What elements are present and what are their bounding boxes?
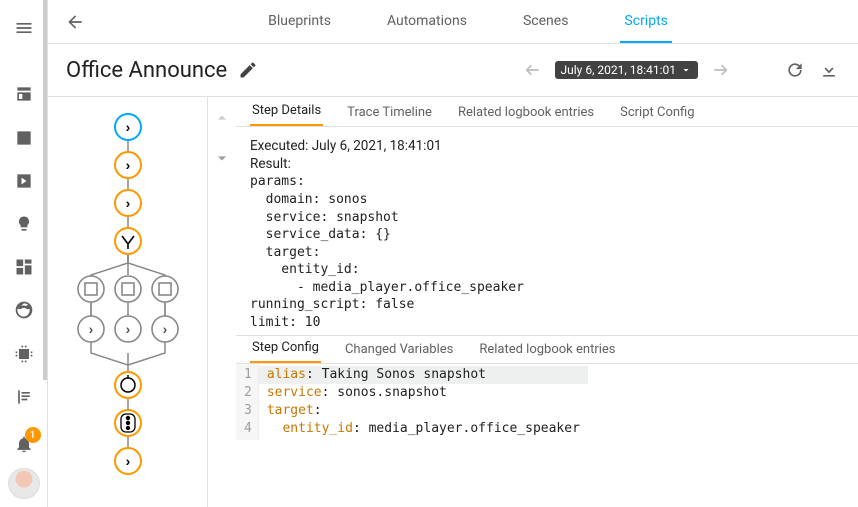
tab-automations[interactable]: Automations: [383, 1, 471, 43]
globe-icon[interactable]: [4, 291, 44, 330]
left-rail: 1: [0, 0, 48, 507]
code-gutter: 1234: [236, 364, 259, 440]
upper-subtabs: Step Details Trace Timeline Related logb…: [236, 97, 858, 127]
detail-column: Step Details Trace Timeline Related logb…: [236, 97, 858, 507]
subtab-trace-timeline[interactable]: Trace Timeline: [345, 99, 434, 126]
subtab-script-config[interactable]: Script Config: [618, 99, 696, 126]
lower-panel: Step Config Changed Variables Related lo…: [236, 335, 858, 440]
chip-icon[interactable]: [4, 334, 44, 373]
back-button[interactable]: [64, 11, 86, 33]
subtab-step-config[interactable]: Step Config: [250, 334, 321, 363]
svg-text:›: ›: [162, 321, 167, 337]
bar-chart-icon[interactable]: [4, 118, 44, 157]
top-tabs: Blueprints Automations Scenes Scripts: [94, 1, 842, 43]
svg-text:›: ›: [125, 157, 130, 173]
svg-text:›: ›: [125, 119, 130, 135]
collapse-down-icon[interactable]: [211, 147, 233, 169]
logbook-icon[interactable]: [4, 377, 44, 416]
subtab-related-logbook[interactable]: Related logbook entries: [456, 99, 596, 126]
tab-scenes[interactable]: Scenes: [519, 1, 572, 43]
execution-yaml: params: domain: sonos service: snapshot …: [250, 173, 844, 331]
lower-subtabs: Step Config Changed Variables Related lo…: [236, 336, 858, 364]
tab-scripts[interactable]: Scripts: [620, 1, 671, 43]
svg-text:›: ›: [125, 453, 130, 469]
media-play-icon[interactable]: [4, 161, 44, 200]
refresh-icon[interactable]: [784, 59, 806, 81]
notifications-icon[interactable]: 1: [4, 424, 44, 463]
next-run-icon[interactable]: [710, 59, 732, 81]
subtab-related-logbook-lower[interactable]: Related logbook entries: [477, 336, 617, 363]
subtab-step-details[interactable]: Step Details: [250, 97, 323, 126]
download-icon[interactable]: [818, 59, 840, 81]
result-label: Result:: [250, 155, 844, 173]
rail-scrollbar[interactable]: [43, 0, 47, 380]
run-selector[interactable]: July 6, 2021, 18:41:01: [555, 61, 698, 79]
subtab-changed-variables[interactable]: Changed Variables: [343, 336, 455, 363]
tab-blueprints[interactable]: Blueprints: [264, 1, 335, 43]
bulb-icon[interactable]: [4, 204, 44, 243]
page-title: Office Announce: [66, 58, 227, 83]
notification-badge: 1: [25, 427, 41, 443]
collapse-column: [208, 97, 236, 507]
content-area: › › › › › ›: [48, 96, 858, 507]
top-bar: Blueprints Automations Scenes Scripts: [48, 0, 858, 44]
executed-timestamp: Executed: July 6, 2021, 18:41:01: [250, 137, 844, 155]
run-timestamp: July 6, 2021, 18:41:01: [561, 63, 676, 77]
avatar[interactable]: [8, 468, 40, 499]
menu-icon[interactable]: [4, 8, 44, 47]
collapse-up-icon[interactable]: [211, 107, 233, 129]
code-editor: 1234 alias: Taking Sonos snapshotservice…: [236, 364, 858, 440]
svg-text:›: ›: [88, 321, 93, 337]
edit-icon[interactable]: [237, 59, 259, 81]
developer-tools-icon[interactable]: [4, 75, 44, 114]
trace-graph: › › › › › ›: [48, 97, 208, 507]
svg-text:›: ›: [125, 321, 130, 337]
dashboard-icon[interactable]: [4, 248, 44, 287]
title-actions: July 6, 2021, 18:41:01: [521, 59, 840, 81]
title-row: Office Announce July 6, 2021, 18:41:01: [48, 44, 858, 96]
code-lines: alias: Taking Sonos snapshotservice: son…: [259, 364, 588, 440]
svg-text:›: ›: [125, 195, 130, 211]
main-area: Blueprints Automations Scenes Scripts Of…: [48, 0, 858, 507]
execution-details: Executed: July 6, 2021, 18:41:01 Result:…: [236, 127, 858, 335]
prev-run-icon[interactable]: [521, 59, 543, 81]
